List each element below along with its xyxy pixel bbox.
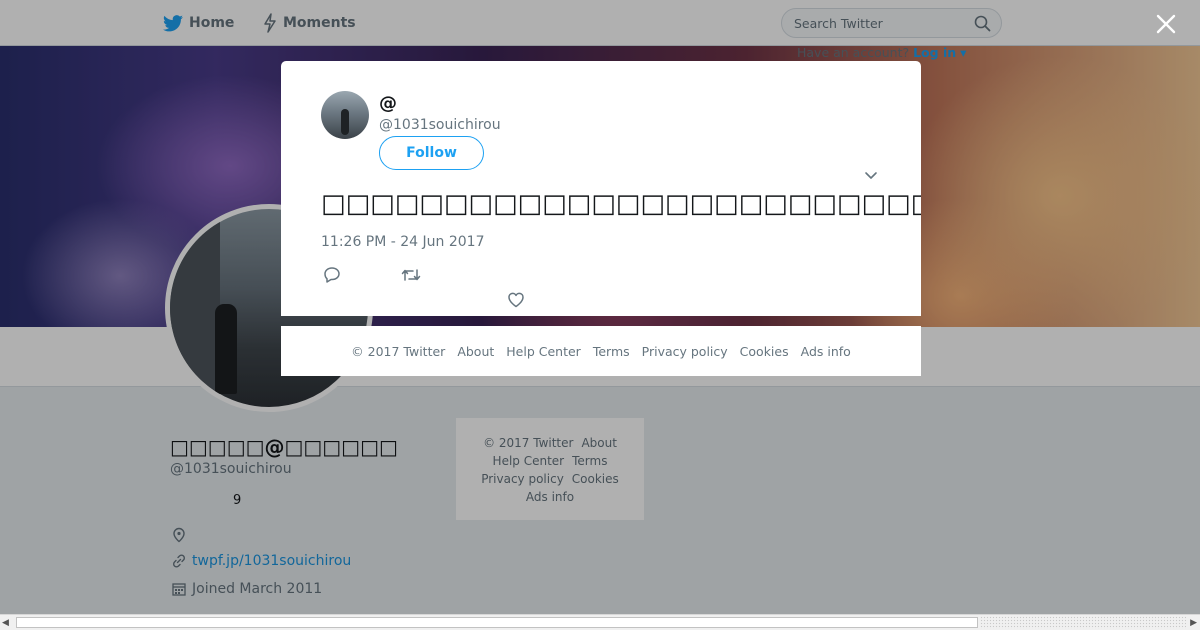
horizontal-scrollbar[interactable]: ◀ ▶ [0, 614, 1200, 630]
reply-icon[interactable] [323, 266, 341, 283]
tweet-author-name[interactable]: @ [379, 93, 397, 114]
modal-footer-help[interactable]: Help Center [506, 344, 581, 359]
modal-footer-cookies[interactable]: Cookies [740, 344, 789, 359]
modal-footer-terms[interactable]: Terms [593, 344, 630, 359]
tweet-modal: @ @1031souichirou Follow □□□□□□□□□□□□□□□… [281, 61, 921, 316]
scroll-left-icon[interactable]: ◀ [2, 618, 9, 628]
chevron-down-icon[interactable] [864, 171, 878, 181]
modal-footer-ads[interactable]: Ads info [801, 344, 851, 359]
close-icon[interactable] [1154, 12, 1178, 36]
scroll-right-icon[interactable]: ▶ [1190, 618, 1197, 628]
modal-footer-about[interactable]: About [457, 344, 494, 359]
tweet-avatar-person [341, 109, 349, 135]
tweet-author-handle[interactable]: @1031souichirou [379, 117, 501, 133]
tweet-author-avatar[interactable] [321, 91, 369, 139]
modal-footer: © 2017 Twitter About Help Center Terms P… [281, 326, 921, 376]
tweet-text: □□□□□□□□□□□□□□□□□□□□□□□□□□□□□□□□□□□□□□□□… [321, 189, 921, 219]
modal-footer-privacy[interactable]: Privacy policy [642, 344, 728, 359]
heart-icon[interactable] [507, 291, 525, 308]
scrollbar-track[interactable] [980, 616, 1186, 629]
tweet-timestamp[interactable]: 11:26 PM - 24 Jun 2017 [321, 234, 485, 250]
scrollbar-thumb[interactable] [16, 617, 978, 628]
follow-button[interactable]: Follow [379, 136, 484, 170]
retweet-icon[interactable] [401, 267, 421, 283]
modal-footer-copyright: © 2017 Twitter [351, 343, 446, 359]
